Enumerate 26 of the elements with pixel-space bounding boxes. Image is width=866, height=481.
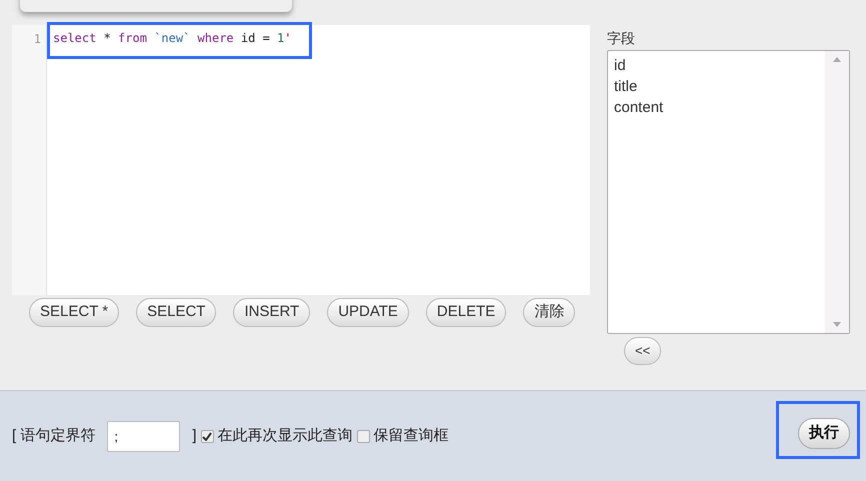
field-item[interactable]: id <box>614 55 825 76</box>
delimiter-label: [ 语句定界符 <box>12 426 96 446</box>
option-label: 保留查询框 <box>374 426 449 446</box>
scroll-down-icon[interactable] <box>833 322 841 327</box>
query-button[interactable]: UPDATE <box>327 298 409 327</box>
query-button[interactable]: 清除 <box>523 298 576 327</box>
scroll-up-icon[interactable] <box>833 57 841 62</box>
execute-button[interactable]: 执行 <box>798 418 850 449</box>
scrollbar[interactable] <box>825 51 849 333</box>
field-item[interactable]: title <box>614 76 825 97</box>
code-line: select * from `new` where id = 1' <box>53 30 292 46</box>
checkbox[interactable] <box>200 430 214 442</box>
field-item[interactable]: content <box>614 97 825 118</box>
query-button[interactable]: SELECT * <box>29 298 120 327</box>
insert-field-button[interactable]: << <box>624 337 662 365</box>
code-editor[interactable]: 1 select * from `new` where id = 1' <box>12 25 590 295</box>
query-button[interactable]: INSERT <box>233 298 310 327</box>
checkbox[interactable] <box>356 430 370 442</box>
delimiter-input[interactable]: ; <box>107 420 180 452</box>
fields-label: 字段 <box>607 29 636 47</box>
query-button[interactable]: DELETE <box>426 298 506 327</box>
query-button[interactable]: SELECT <box>136 298 216 327</box>
delimiter-bracket: ] <box>192 426 197 446</box>
line-gutter: 1 <box>12 25 47 295</box>
fields-listbox[interactable]: id title content <box>607 50 850 334</box>
option-label: 在此再次显示此查询 <box>218 426 353 446</box>
